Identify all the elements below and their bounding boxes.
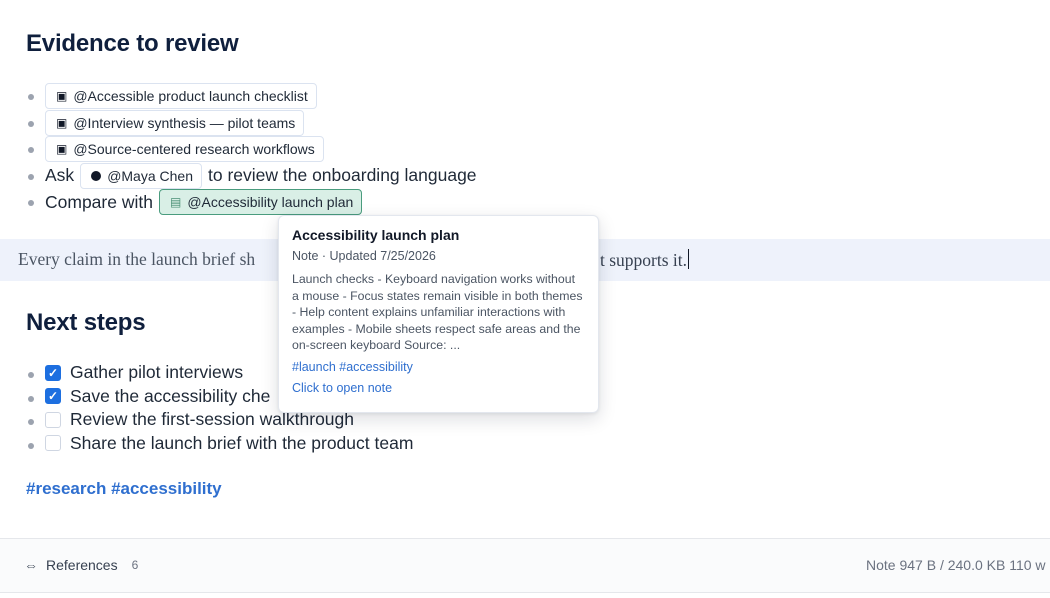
checkbox-unchecked[interactable]: [45, 435, 61, 452]
bullet: [28, 173, 34, 180]
text-caret: [688, 249, 690, 269]
bullet: [28, 372, 34, 378]
person-mention-chip[interactable]: @Maya Chen: [80, 162, 202, 189]
footer-bar: ⇔ References 6 Note 947 B / 240.0 KB 110…: [0, 538, 1050, 593]
list-item: ▣ @Interview synthesis — pilot teams: [26, 109, 477, 137]
chip-label: @Accessibility launch plan: [187, 194, 354, 211]
todo-item: Share the launch brief with the product …: [26, 432, 413, 456]
list-item: ▣ @Source-centered research workflows: [26, 136, 477, 163]
quote-text-end: t supports it.: [600, 249, 690, 271]
note-mention-chip[interactable]: ▣ @Interview synthesis — pilot teams: [45, 109, 305, 136]
list-text: to review the onboarding language: [208, 165, 477, 186]
note-mention-chip[interactable]: ▣ @Source-centered research workflows: [45, 136, 324, 163]
checkbox-checked[interactable]: ✓: [45, 388, 61, 405]
list-item: Compare with ▤ @Accessibility launch pla…: [26, 189, 477, 216]
link-icon: ⇔: [24, 557, 38, 573]
note-preview-popover[interactable]: Accessibility launch plan Note · Updated…: [278, 215, 599, 413]
quote-text-tail: t supports it.: [600, 250, 688, 270]
todo-label: Share the launch brief with the product …: [70, 432, 414, 453]
chip-label: @Source-centered research workflows: [73, 141, 315, 158]
chip-label: @Maya Chen: [107, 167, 193, 184]
evidence-list: ▣ @Accessible product launch checklist ▣…: [26, 83, 477, 216]
references-label: References: [46, 557, 118, 573]
note-icon: ▤: [169, 195, 182, 210]
evidence-heading: Evidence to review: [26, 30, 239, 57]
list-item: ▣ @Accessible product launch checklist: [26, 83, 477, 110]
bullet: [28, 442, 34, 449]
popover-excerpt: Launch checks - Keyboard navigation work…: [292, 272, 583, 353]
bullet: [28, 200, 34, 206]
bullet: [28, 419, 34, 425]
checkbox-unchecked[interactable]: [45, 411, 61, 428]
references-count: 6: [131, 558, 139, 572]
note-mention-chip[interactable]: ▣ @Accessible product launch checklist: [45, 83, 317, 110]
bullet: [28, 120, 34, 127]
quote-text-start: Every claim in the launch brief sh: [18, 249, 256, 269]
todo-label: Save the accessibility che: [70, 385, 271, 406]
next-steps-heading: Next steps: [26, 309, 146, 336]
bullet: [28, 395, 34, 402]
todo-label: Gather pilot interviews: [70, 362, 244, 383]
avatar-dot-icon: [91, 170, 102, 181]
chip-label: @Interview synthesis — pilot teams: [73, 114, 296, 131]
popover-title: Accessibility launch plan: [292, 227, 460, 243]
list-text: Ask: [45, 165, 75, 186]
references-toggle[interactable]: ⇔ References 6: [24, 557, 138, 573]
note-size-stats: Note 947 B / 240.0 KB 110 w: [866, 557, 1046, 573]
note-icon: ▣: [56, 89, 68, 104]
bullet: [28, 94, 34, 100]
list-text: Compare with: [45, 191, 153, 212]
list-item: Ask @Maya Chen to review the onboarding …: [26, 162, 477, 190]
note-icon: ▣: [56, 115, 68, 130]
popover-tags[interactable]: #launch #accessibility: [292, 360, 585, 374]
tag-links[interactable]: #research #accessibility: [26, 479, 222, 499]
note-mention-chip-active[interactable]: ▤ @Accessibility launch plan: [158, 189, 363, 216]
bullet: [28, 147, 34, 153]
popover-meta: Note · Updated 7/25/2026: [292, 249, 436, 263]
open-note-link[interactable]: Click to open note: [292, 381, 585, 395]
note-icon: ▣: [56, 142, 68, 157]
chip-label: @Accessible product launch checklist: [73, 88, 308, 105]
checkbox-checked[interactable]: ✓: [45, 364, 61, 381]
